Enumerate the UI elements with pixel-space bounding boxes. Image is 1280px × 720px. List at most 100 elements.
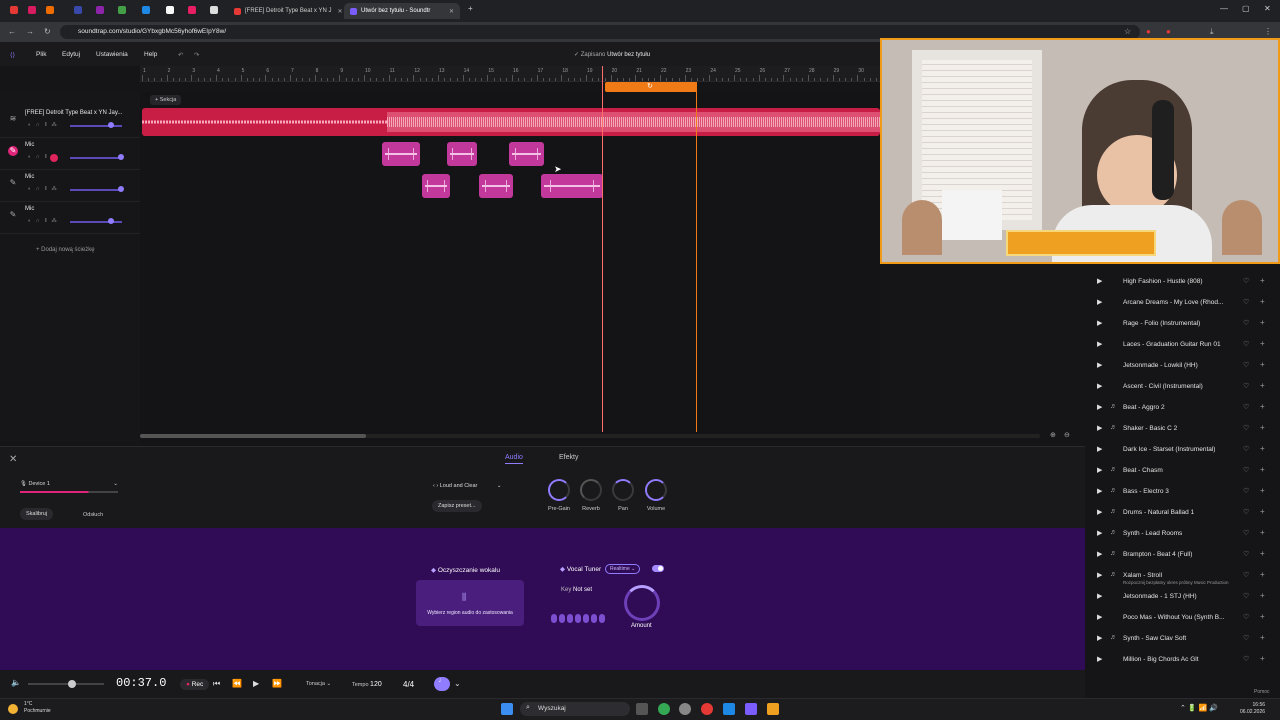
menu-edit[interactable]: Edytuj bbox=[62, 51, 80, 58]
heart-icon[interactable]: ♡ bbox=[1243, 655, 1249, 663]
help-link[interactable]: Pomoc bbox=[1254, 689, 1270, 695]
record-button[interactable]: Rec bbox=[180, 679, 210, 690]
play-icon[interactable]: ▶ bbox=[1097, 298, 1102, 306]
add-icon[interactable]: + bbox=[1260, 423, 1265, 432]
tuner-mode-select[interactable]: Realtime ⌄ bbox=[605, 564, 641, 574]
pinned-tab-icon[interactable] bbox=[74, 6, 82, 14]
volume-knob[interactable] bbox=[645, 479, 667, 501]
add-icon[interactable]: + bbox=[1260, 318, 1265, 327]
add-icon[interactable]: + bbox=[1260, 654, 1265, 663]
timeline-ruler[interactable]: 1 2 3 4 5 6 7 8 9 10 11 12 13 14 15 16 17 18 19 20 21 22 23 24 2… bbox=[140, 66, 880, 82]
heart-icon[interactable]: ♡ bbox=[1243, 487, 1249, 495]
minimize-icon[interactable]: — bbox=[1220, 4, 1228, 13]
key-setting[interactable]: Key Not set bbox=[561, 587, 592, 593]
add-icon[interactable]: + bbox=[1260, 381, 1265, 390]
volume-slider[interactable] bbox=[70, 221, 122, 223]
pinned-tab-icon[interactable] bbox=[28, 6, 36, 14]
close-tab-icon[interactable]: ✕ bbox=[331, 8, 342, 15]
add-section-button[interactable]: + Sekcja bbox=[150, 95, 182, 105]
bookmark-star-icon[interactable]: ☆ bbox=[1124, 27, 1131, 36]
browser-icon[interactable] bbox=[679, 703, 691, 715]
library-item[interactable]: ▶ Laces - Graduation Guitar Run 01 ♡ + bbox=[1085, 335, 1280, 356]
pinned-tab-icon[interactable] bbox=[10, 6, 18, 14]
mic-clip[interactable] bbox=[382, 142, 420, 166]
beat-audio-clip[interactable] bbox=[142, 108, 880, 136]
library-item[interactable]: ▶ High Fashion - Hustle (808) ♡ + bbox=[1085, 272, 1280, 293]
play-icon[interactable]: ▶ bbox=[1097, 424, 1102, 432]
library-item[interactable]: ▶ ♬ Shaker - Basic C 2 ♡ + bbox=[1085, 419, 1280, 440]
volume-slider[interactable] bbox=[70, 157, 122, 159]
close-window-icon[interactable]: ✕ bbox=[1264, 4, 1271, 13]
track-header-mic-2[interactable]: ✎ Mic ◐∩ǁ⁂ bbox=[0, 170, 140, 202]
app-icon[interactable] bbox=[745, 703, 757, 715]
heart-icon[interactable]: ♡ bbox=[1243, 277, 1249, 285]
menu-help[interactable]: Help bbox=[144, 51, 157, 58]
time-signature[interactable]: 4/4 bbox=[403, 680, 414, 689]
redo-icon[interactable]: ↷ bbox=[194, 51, 199, 59]
heart-icon[interactable]: ♡ bbox=[1243, 298, 1249, 306]
tempo-field[interactable]: Tempo 120 bbox=[352, 681, 382, 688]
volume-knob[interactable] bbox=[108, 218, 114, 224]
maximize-icon[interactable]: ▢ bbox=[1242, 4, 1250, 13]
loop-end-marker[interactable] bbox=[696, 82, 697, 432]
new-tab-button[interactable]: + bbox=[468, 4, 473, 13]
heart-icon[interactable]: ♡ bbox=[1243, 382, 1249, 390]
tab-soundtrap[interactable]: Utwór bez tytułu - Soundtr ✕ bbox=[344, 3, 460, 19]
play-icon[interactable]: ▶ bbox=[1097, 361, 1102, 369]
library-item[interactable]: ▶ Rage - Folio (Instrumental) ♡ + bbox=[1085, 314, 1280, 335]
tab-audio[interactable]: Audio bbox=[505, 454, 523, 464]
chrome-profile-icon[interactable] bbox=[701, 703, 713, 715]
mic-clip[interactable] bbox=[447, 142, 477, 166]
record-arm-icon[interactable] bbox=[50, 154, 58, 162]
master-volume-slider[interactable] bbox=[28, 680, 104, 688]
heart-icon[interactable]: ♡ bbox=[1243, 508, 1249, 516]
project-title[interactable]: Utwór bez tytułu bbox=[607, 52, 650, 58]
zoom-in-icon[interactable]: ⊕ bbox=[1050, 431, 1056, 439]
loop-region[interactable]: ↻ bbox=[605, 82, 697, 92]
pinned-tab-icon[interactable] bbox=[188, 6, 196, 14]
heart-icon[interactable]: ♡ bbox=[1243, 319, 1249, 327]
add-icon[interactable]: + bbox=[1260, 444, 1265, 453]
heart-icon[interactable]: ♡ bbox=[1243, 613, 1249, 621]
close-tab-icon[interactable]: ✕ bbox=[443, 8, 454, 15]
track-controls[interactable]: ◐∩ǁ bbox=[28, 154, 52, 160]
menu-dots-icon[interactable]: ⋮ bbox=[1264, 27, 1272, 36]
track-name[interactable]: Mic bbox=[25, 206, 34, 212]
library-item[interactable]: ▶ Poco Mas - Without You (Synth B... ♡ + bbox=[1085, 608, 1280, 629]
play-icon[interactable]: ▶ bbox=[1097, 277, 1102, 285]
pinned-tab-icon[interactable] bbox=[142, 6, 150, 14]
track-name[interactable]: Mic bbox=[25, 174, 34, 180]
heart-icon[interactable]: ♡ bbox=[1243, 340, 1249, 348]
volume-knob[interactable] bbox=[118, 154, 124, 160]
tab-youtube[interactable]: [FREE] Detroit Type Beat x YN J ✕ bbox=[228, 3, 342, 19]
library-item[interactable]: ▶ ♬ Xalam - Stroll Rozpocznij bezpłatny okr… bbox=[1085, 566, 1280, 587]
timeline-area[interactable]: + Sekcja ➤ bbox=[140, 66, 880, 442]
heart-icon[interactable]: ♡ bbox=[1243, 634, 1249, 642]
rewind-icon[interactable]: ⏪ bbox=[232, 679, 242, 688]
download-icon[interactable]: ⤓ bbox=[1210, 27, 1214, 37]
track-header-mic-1[interactable]: ✎ Mic ◐∩ǁ bbox=[0, 138, 140, 170]
volume-slider[interactable] bbox=[70, 125, 122, 127]
play-icon[interactable]: ▶ bbox=[1097, 613, 1102, 621]
calibrate-button[interactable]: Skalibruj bbox=[20, 508, 54, 520]
track-header-beat[interactable]: ≋ [FREE] Detroit Type Beat x YN Jay... ◐… bbox=[0, 106, 140, 138]
vocal-tuner-toggle[interactable] bbox=[652, 565, 664, 572]
play-icon[interactable]: ▶ bbox=[1097, 466, 1102, 474]
volume-knob[interactable] bbox=[118, 186, 124, 192]
track-controls[interactable]: ◐∩ǁ⁂ bbox=[28, 122, 62, 128]
add-icon[interactable]: + bbox=[1260, 486, 1265, 495]
mic-clip[interactable] bbox=[479, 174, 513, 198]
skip-back-icon[interactable]: ⏮ bbox=[213, 679, 220, 689]
add-icon[interactable]: + bbox=[1260, 276, 1265, 285]
play-icon[interactable]: ▶ bbox=[1097, 487, 1102, 495]
play-icon[interactable]: ▶ bbox=[1097, 592, 1102, 600]
pinned-tab-icon[interactable] bbox=[96, 6, 104, 14]
play-icon[interactable]: ▶ bbox=[1097, 445, 1102, 453]
weather-icon[interactable] bbox=[8, 704, 18, 714]
add-icon[interactable]: + bbox=[1260, 570, 1265, 579]
add-track-button[interactable]: + Dodaj nową ścieżkę bbox=[36, 247, 95, 253]
library-item[interactable]: ▶ Arcane Dreams - My Love (Rhod... ♡ + bbox=[1085, 293, 1280, 314]
extension-icon[interactable]: ● bbox=[1146, 27, 1151, 36]
undo-icon[interactable]: ↶ bbox=[178, 51, 183, 59]
pinned-tab-icon[interactable] bbox=[166, 6, 174, 14]
